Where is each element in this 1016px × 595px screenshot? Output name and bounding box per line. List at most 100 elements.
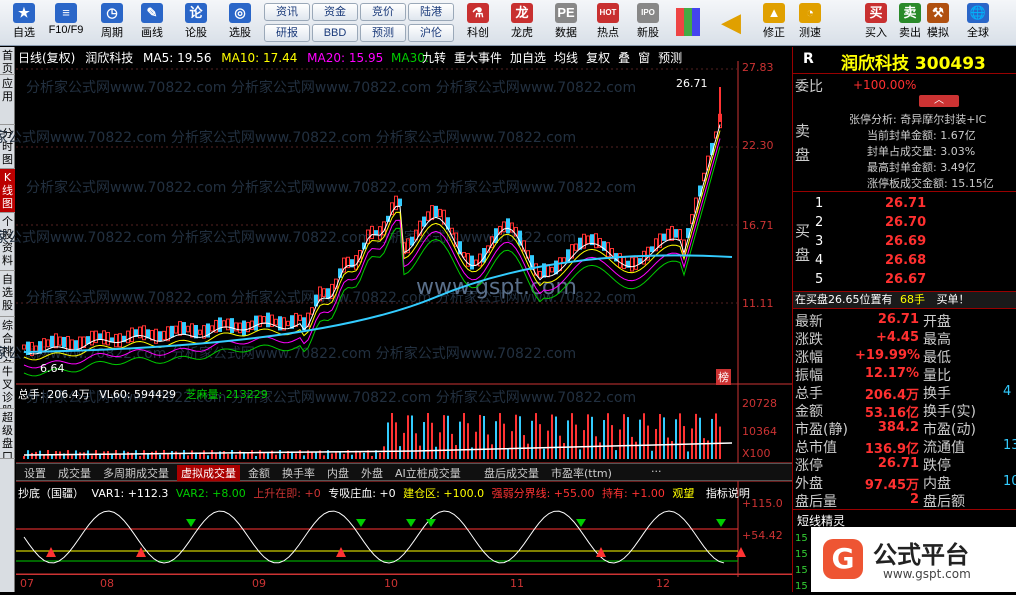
bid-price: 26.71 — [885, 196, 927, 211]
chart-area[interactable]: 日线(复权) 润欣科技 MA5: 19.56 MA10: 17.44 MA20:… — [0, 47, 792, 592]
toolbar-button-6[interactable]: ⚗ 科创 — [458, 2, 498, 44]
quote-label: 市盈(静) — [795, 422, 848, 438]
candle — [422, 216, 426, 227]
indicator-tab-11[interactable]: ··· — [647, 465, 666, 478]
toolbar-button-16[interactable]: 🌐 全球 — [958, 2, 998, 44]
board-tag[interactable]: 榜 — [716, 369, 731, 385]
left-tab-0[interactable]: 首页 — [0, 47, 15, 75]
indicator-tab-0[interactable]: 设置 — [20, 465, 50, 481]
left-tab-7[interactable]: 牛叉诊股 — [0, 363, 15, 409]
candle — [34, 345, 38, 352]
hammer-icon: ⚒ — [927, 3, 949, 23]
indicator-tab-2[interactable]: 多周期成交量 — [99, 465, 173, 481]
candle — [190, 323, 194, 338]
quick-button-7[interactable]: 沪伦 — [408, 24, 454, 42]
select-icon: ◎ — [229, 3, 251, 23]
toolbar-button-12[interactable]: ◔ 测速 — [790, 2, 830, 44]
bid-row-1[interactable]: 2 26.70 — [793, 214, 1016, 232]
toolbar-label: 画线 — [141, 27, 163, 39]
toolbar-button-1[interactable]: ≡ F10/F9 — [46, 2, 86, 44]
indicator-tab-1[interactable]: 成交量 — [54, 465, 95, 481]
quick-button-0[interactable]: 资讯 — [264, 3, 310, 21]
volume-bar — [323, 455, 325, 459]
indicator-tab-5[interactable]: 换手率 — [278, 465, 319, 481]
candle — [594, 233, 598, 249]
candle — [506, 218, 510, 234]
left-tab-3[interactable]: K线图 — [0, 169, 15, 213]
quote-label-2: 量比 — [923, 368, 951, 384]
volume-bar — [603, 420, 605, 459]
bid-row-3[interactable]: 4 26.68 — [793, 252, 1016, 270]
price-tick: 27.83 — [742, 61, 774, 74]
quick-button-2[interactable]: 竞价 — [360, 3, 406, 21]
indicator-tab-3[interactable]: 虚拟成交量 — [177, 465, 240, 481]
bid-row-4[interactable]: 5 26.67 — [793, 271, 1016, 289]
volume-bar — [455, 444, 457, 459]
quote-value: +19.99% — [855, 348, 921, 363]
quick-button-3[interactable]: 陆港 — [408, 3, 454, 21]
toolbar-button-9[interactable]: HOT 热点 — [588, 2, 628, 44]
quote-label-2: 盘后额 — [923, 494, 965, 510]
indicator-tab-7[interactable]: 外盘 — [357, 465, 387, 481]
toolbar-button-4[interactable]: 论论股 — [176, 2, 216, 44]
indicator-tab-8[interactable]: AI立桩成交量 — [391, 465, 465, 481]
bid-price: 26.69 — [885, 234, 927, 249]
quote-label: 总手 — [795, 386, 823, 402]
toolbar-button-8[interactable]: PE 数据 — [546, 2, 586, 44]
zhima-value: 芝麻量: 213229 — [185, 388, 268, 401]
sell-signal-icon — [186, 519, 196, 527]
quote-label-2: 跌停 — [923, 458, 951, 474]
quote-value: 26.71 — [877, 456, 919, 471]
left-tab-8[interactable]: 超级盘口 — [0, 409, 15, 459]
candle — [54, 333, 58, 349]
guanwang-label: 观望 — [672, 487, 695, 500]
inbuy-tag: 买单！ — [936, 293, 970, 306]
quote-label-2: 换手(实) — [923, 404, 976, 420]
quote-row-8: 涨停 26.71 跌停 — [793, 455, 1016, 474]
quick-button-6[interactable]: 预测 — [360, 24, 406, 42]
left-tab-5[interactable]: 自选股 — [0, 271, 15, 317]
volume-bar — [579, 449, 581, 459]
indicator-tab-9[interactable]: 盘后成交量 — [480, 465, 543, 481]
indicator-tab-10[interactable]: 市盈率(ttm) — [547, 465, 616, 481]
candle — [114, 333, 118, 348]
volume-bar — [591, 416, 593, 459]
toolbar-button-3[interactable]: ✎ 画线 — [132, 2, 172, 44]
volume-bar — [695, 413, 697, 459]
left-tab-1[interactable]: 应用 — [0, 75, 15, 125]
arrow-up-icon: ▲ — [763, 3, 785, 23]
chiyou-value: 持有: +1.00 — [602, 487, 665, 500]
collapse-arrow-icon[interactable]: ︿ — [919, 95, 959, 107]
price-tick: 16.71 — [742, 219, 774, 232]
color-grid-icon[interactable] — [676, 8, 700, 36]
volume-bar — [703, 438, 705, 459]
volume-bar — [311, 452, 313, 459]
toolbar-label: 论股 — [185, 27, 207, 39]
toolbar-button-10[interactable]: IPO 新股 — [628, 2, 668, 44]
date-tick: 07 — [20, 577, 34, 590]
quick-button-5[interactable]: BBD — [312, 24, 358, 42]
toolbar-button-2[interactable]: ◷ 周期 — [92, 2, 132, 44]
date-tick: 09 — [252, 577, 266, 590]
toolbar-button-7[interactable]: 龙龙虎 — [502, 2, 542, 44]
toolbar-button-11[interactable]: ▲ 修正 — [754, 2, 794, 44]
volume-bar — [383, 446, 385, 459]
candle — [22, 344, 26, 350]
toolbar-button-5[interactable]: ◎ 选股 — [220, 2, 260, 44]
indicator-tab-4[interactable]: 金额 — [244, 465, 274, 481]
toolbar-button-15[interactable]: ⚒ 模拟 — [918, 2, 958, 44]
volume-bar — [459, 421, 461, 459]
indicator-name[interactable]: 抄底（国疆） — [18, 487, 84, 500]
volume-bar — [171, 451, 173, 459]
bid-row-2[interactable]: 3 26.69 — [793, 233, 1016, 251]
volume-bar — [475, 431, 477, 459]
volume-bar — [211, 450, 213, 459]
quick-button-1[interactable]: 资金 — [312, 3, 358, 21]
back-arrow-icon[interactable]: ◀ — [716, 2, 746, 44]
indicator-tab-6[interactable]: 内盘 — [323, 465, 353, 481]
toolbar-button-0[interactable]: ★ 自选 — [4, 2, 44, 44]
quick-button-4[interactable]: 研报 — [264, 24, 310, 42]
bid-row-0[interactable]: 1 26.71 — [793, 195, 1016, 213]
ma-line — [23, 130, 721, 361]
volume-bar — [175, 451, 177, 459]
